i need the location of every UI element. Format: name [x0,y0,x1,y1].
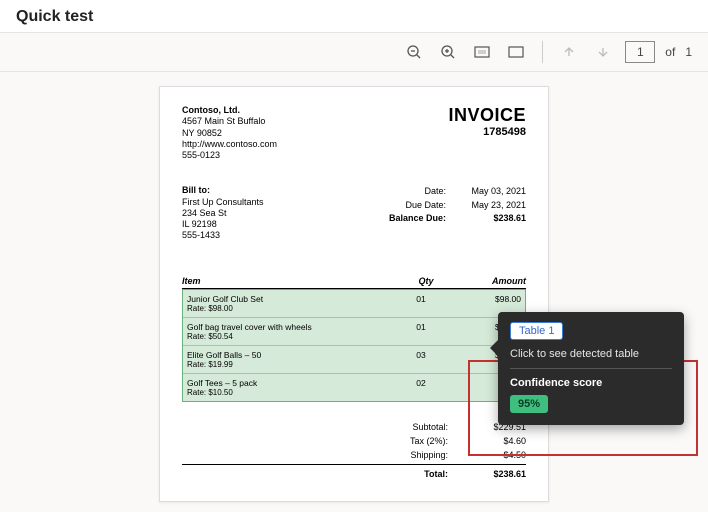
table-row: Junior Golf Club SetRate: $98.00 01 $98.… [183,290,525,317]
bill-to-citystate: IL 92198 [182,219,264,230]
col-qty: Qty [396,276,456,286]
item-rate: Rate: $50.54 [187,332,391,341]
item-name: Elite Golf Balls – 50 [187,350,391,360]
bill-to-name: First Up Consultants [182,197,264,208]
next-page-icon [591,40,615,64]
balance-due-value: $238.61 [464,212,526,226]
fit-width-icon[interactable] [470,40,494,64]
separator [510,368,672,369]
invoice-number: 1785498 [448,126,526,138]
due-date-value: May 23, 2021 [464,199,526,213]
prev-page-icon [557,40,581,64]
table-row: Elite Golf Balls – 50Rate: $19.99 03 $59… [183,345,525,373]
separator [542,41,543,63]
zoom-out-icon[interactable] [402,40,426,64]
page-title: Quick test [0,0,708,32]
item-qty: 01 [391,322,451,341]
zoom-in-icon[interactable] [436,40,460,64]
dates-block: Date:May 03, 2021 Due Date:May 23, 2021 … [386,185,526,241]
balance-due-label: Balance Due: [386,212,446,226]
bill-to-street: 234 Sea St [182,208,264,219]
from-url: http://www.contoso.com [182,139,277,150]
tax-value: $4.60 [466,436,526,446]
invoice-title: INVOICE [448,105,526,126]
page-total: 1 [685,45,692,59]
item-name: Golf Tees – 5 pack [187,378,391,388]
page-of-label: of [665,45,675,59]
item-qty: 01 [391,294,451,313]
subtotal-label: Subtotal: [388,422,448,432]
total-value: $238.61 [466,469,526,479]
item-rate: Rate: $98.00 [187,304,391,313]
bill-to-phone: 555-1433 [182,230,264,241]
from-phone: 555-0123 [182,150,277,161]
item-name: Golf bag travel cover with wheels [187,322,391,332]
from-address: Contoso, Ltd. 4567 Main St Buffalo NY 90… [182,105,277,161]
from-citystate: NY 90852 [182,128,277,139]
viewer-toolbar: 1 of 1 [0,32,708,72]
bill-to-block: Bill to: First Up Consultants 234 Sea St… [182,185,264,241]
popover-hint: Click to see detected table [510,348,672,360]
totals-block: Subtotal:$229.51 Tax (2%):$4.60 Shipping… [182,420,526,481]
bill-to-label: Bill to: [182,185,264,196]
total-label: Total: [388,469,448,479]
item-qty: 02 [391,378,451,397]
shipping-value: $4.50 [466,450,526,460]
due-date-label: Due Date: [386,199,446,213]
confidence-label: Confidence score [510,377,672,389]
viewer-stage: Contoso, Ltd. 4567 Main St Buffalo NY 90… [0,72,708,512]
date-label: Date: [386,185,446,199]
item-name: Junior Golf Club Set [187,294,391,304]
table-tag[interactable]: Table 1 [510,322,563,340]
detected-table-region[interactable]: Junior Golf Club SetRate: $98.00 01 $98.… [182,289,526,402]
item-rate: Rate: $19.99 [187,360,391,369]
table-row: Golf bag travel cover with wheelsRate: $… [183,317,525,345]
table-row: Golf Tees – 5 packRate: $10.50 02 $21 [183,373,525,401]
item-qty: 03 [391,350,451,369]
table-popover[interactable]: Table 1 Click to see detected table Conf… [498,312,684,425]
from-street: 4567 Main St Buffalo [182,116,277,127]
table-header: Item Qty Amount [182,276,526,289]
col-item: Item [182,276,396,286]
item-rate: Rate: $10.50 [187,388,391,397]
page-number-input[interactable]: 1 [625,41,655,63]
date-value: May 03, 2021 [464,185,526,199]
shipping-label: Shipping: [388,450,448,460]
tax-label: Tax (2%): [388,436,448,446]
col-amount: Amount [456,276,526,286]
confidence-badge: 95% [510,395,548,413]
from-company: Contoso, Ltd. [182,105,277,116]
item-amount: $98.00 [451,294,521,313]
fullscreen-icon[interactable] [504,40,528,64]
invoice-document: Contoso, Ltd. 4567 Main St Buffalo NY 90… [159,86,549,502]
